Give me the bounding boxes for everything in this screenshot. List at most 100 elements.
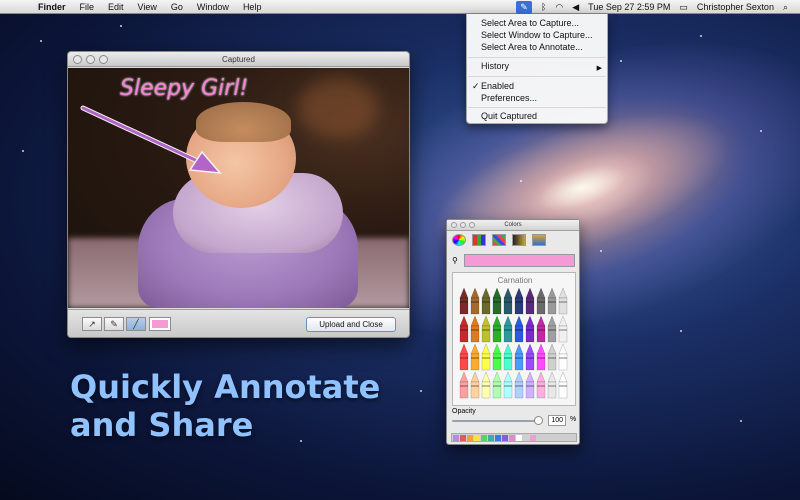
window-titlebar[interactable]: Captured [68,52,409,67]
saved-swatch[interactable] [495,435,501,441]
crayons-tab[interactable] [532,234,546,246]
saved-swatch[interactable] [474,435,480,441]
crayon[interactable] [503,343,513,371]
menu-item-select-area-annotate[interactable]: Select Area to Annotate... [481,41,583,53]
crayon[interactable] [525,315,535,343]
upload-and-close-button[interactable]: Upload and Close [306,317,396,332]
captured-photo[interactable]: Sleepy Girl! [68,68,409,308]
colors-close-button[interactable] [451,222,457,228]
saved-swatch[interactable] [488,435,494,441]
bluetooth-icon[interactable]: ᛒ [541,2,546,12]
crayon[interactable] [514,288,524,315]
crayon[interactable] [470,343,480,371]
color-sliders-tab[interactable] [472,234,486,246]
menu-item-history[interactable]: History [481,60,509,72]
user-name[interactable]: Christopher Sexton [697,2,774,12]
crayon[interactable] [492,371,502,399]
crayon[interactable] [547,371,557,399]
saved-swatch[interactable] [460,435,466,441]
menu-edit[interactable]: Edit [108,2,124,12]
crayon[interactable] [459,371,469,399]
crayon[interactable] [470,288,480,315]
battery-icon[interactable]: ▭ [679,2,688,13]
close-button[interactable] [73,55,82,64]
colors-zoom-button[interactable] [469,222,475,228]
crayon[interactable] [547,315,557,343]
saved-swatch[interactable] [530,435,536,441]
menu-go[interactable]: Go [171,2,183,12]
crayon[interactable] [459,288,469,315]
zoom-button[interactable] [99,55,108,64]
color-palettes-tab[interactable] [492,234,506,246]
annotation-arrow[interactable] [68,68,409,308]
highlighter-tool-button[interactable]: ╱ [126,317,146,331]
crayon[interactable] [547,343,557,371]
menu-window[interactable]: Window [197,2,229,12]
saved-swatch[interactable] [467,435,473,441]
opacity-value-field[interactable]: 100 [548,415,566,426]
crayon[interactable] [459,315,469,343]
crayon[interactable] [514,315,524,343]
saved-swatch[interactable] [523,435,529,441]
menu-app-finder[interactable]: Finder [38,2,66,12]
menu-item-quit[interactable]: Quit Captured [481,110,537,122]
menu-item-select-window-capture[interactable]: Select Window to Capture... [481,29,593,41]
crayon[interactable] [459,343,469,371]
crayon[interactable] [470,371,480,399]
crayon[interactable] [492,315,502,343]
crayon[interactable] [558,343,568,371]
crayon[interactable] [503,288,513,315]
crayon[interactable] [558,315,568,343]
crayon[interactable] [558,371,568,399]
magnifier-icon[interactable]: ⚲ [452,256,458,265]
crayon[interactable] [503,315,513,343]
crayon[interactable] [470,315,480,343]
menu-item-enabled[interactable]: ✓ Enabled [472,80,514,92]
menu-view[interactable]: View [138,2,157,12]
saved-swatch[interactable] [509,435,515,441]
saved-swatch[interactable] [502,435,508,441]
color-swatch-button[interactable] [149,317,171,331]
crayon[interactable] [536,343,546,371]
colors-minimize-button[interactable] [460,222,466,228]
saved-swatch[interactable] [453,435,459,441]
opacity-slider-knob[interactable] [534,416,543,425]
pen-tool-button[interactable]: ✎ [104,317,124,331]
crayon[interactable] [525,343,535,371]
crayon[interactable] [525,288,535,315]
spotlight-icon[interactable]: ⌕ [783,2,788,13]
crayon[interactable] [481,288,491,315]
crayon[interactable] [514,371,524,399]
crayon[interactable] [481,371,491,399]
crayon[interactable] [547,288,557,315]
menu-item-select-area-capture[interactable]: Select Area to Capture... [481,17,579,29]
image-palettes-tab[interactable] [512,234,526,246]
crayon[interactable] [481,315,491,343]
crayon[interactable] [514,343,524,371]
crayon[interactable] [525,371,535,399]
minimize-button[interactable] [86,55,95,64]
menu-file[interactable]: File [80,2,95,12]
crayon-grid[interactable] [458,288,572,403]
annotation-text[interactable]: Sleepy Girl! [120,76,248,101]
crayon[interactable] [503,371,513,399]
crayon[interactable] [536,315,546,343]
saved-swatch[interactable] [481,435,487,441]
crayon[interactable] [558,288,568,315]
crayon[interactable] [481,343,491,371]
arrow-tool-button[interactable]: ↗ [82,317,102,331]
menu-item-preferences[interactable]: Preferences... [481,92,537,104]
captured-status-icon[interactable]: ✎ [515,0,532,14]
clock[interactable]: Tue Sep 27 2:59 PM [588,2,670,12]
wifi-icon[interactable]: ◠ [555,2,563,13]
crayon[interactable] [536,288,546,315]
saved-swatch[interactable] [516,435,522,441]
crayon[interactable] [536,371,546,399]
current-color-well[interactable] [464,254,575,267]
volume-icon[interactable]: ◀ [572,2,579,13]
color-wheel-tab[interactable] [452,234,466,246]
crayon[interactable] [492,288,502,315]
crayon[interactable] [492,343,502,371]
colors-titlebar[interactable]: Colors [447,220,579,231]
opacity-slider-track[interactable] [452,420,540,422]
